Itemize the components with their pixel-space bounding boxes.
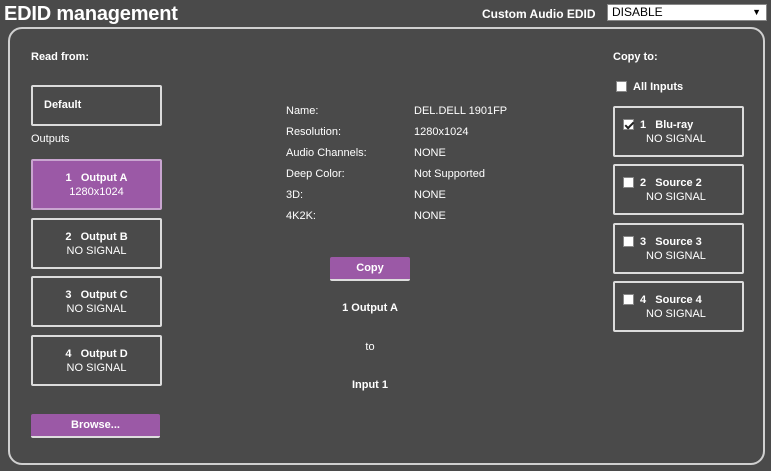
info-value-3d: NONE	[414, 189, 446, 201]
input-2-label: 2 Source 2	[615, 176, 742, 190]
info-key-deep-color: Deep Color:	[286, 168, 345, 180]
input-2-button[interactable]: 2 Source 2 NO SIGNAL	[613, 164, 744, 215]
output-b-signal: NO SIGNAL	[66, 245, 127, 257]
copy-button[interactable]: Copy	[330, 257, 410, 281]
input-4-checkbox[interactable]	[623, 294, 634, 305]
info-key-audio-channels: Audio Channels:	[286, 147, 367, 159]
output-b-label: 2 Output B	[65, 231, 128, 243]
input-4-label: 4 Source 4	[615, 293, 742, 307]
info-value-name: DEL.DELL 1901FP	[414, 105, 508, 117]
browse-button[interactable]: Browse...	[31, 414, 160, 438]
info-key-resolution: Resolution:	[286, 126, 342, 138]
input-4-button[interactable]: 4 Source 4 NO SIGNAL	[613, 281, 744, 332]
input-2-checkbox[interactable]	[623, 177, 634, 188]
output-d-button[interactable]: 4 Output D NO SIGNAL	[31, 335, 162, 386]
output-a-signal: 1280x1024	[69, 186, 124, 198]
output-c-label: 3 Output C	[65, 289, 128, 301]
info-value-deep-color: Not Supported	[414, 168, 485, 180]
info-key-4k2k: 4K2K:	[286, 210, 316, 222]
default-button[interactable]: Default	[31, 85, 162, 126]
output-b-button[interactable]: 2 Output B NO SIGNAL	[31, 218, 162, 269]
output-a-button[interactable]: 1 Output A 1280x1024	[31, 159, 162, 210]
info-key-3d: 3D:	[286, 189, 304, 201]
copy-source-text: 1 Output A	[342, 302, 398, 314]
outputs-label: Outputs	[31, 133, 70, 145]
input-2-signal: NO SIGNAL	[646, 191, 706, 203]
input-3-checkbox[interactable]	[623, 236, 634, 247]
info-value-4k2k: NONE	[414, 210, 446, 222]
copy-to-label: Copy to:	[613, 51, 658, 63]
output-a-label: 1 Output A	[65, 172, 128, 184]
input-1-checkbox[interactable]	[623, 119, 634, 130]
copy-target-text: Input 1	[351, 379, 389, 391]
info-value-resolution: 1280x1024	[414, 126, 469, 138]
main-panel: Read from: Default Outputs 1 Output A 12…	[8, 27, 765, 465]
copy-to-text: to	[365, 341, 375, 353]
output-c-button[interactable]: 3 Output C NO SIGNAL	[31, 276, 162, 327]
input-3-signal: NO SIGNAL	[646, 250, 706, 262]
custom-audio-edid-label: Custom Audio EDID	[482, 7, 596, 21]
input-1-label: 1 Blu-ray	[615, 118, 742, 132]
info-key-name: Name:	[286, 105, 319, 117]
read-from-label: Read from:	[31, 51, 90, 63]
input-4-signal: NO SIGNAL	[646, 308, 706, 320]
output-c-signal: NO SIGNAL	[66, 303, 127, 315]
output-d-signal: NO SIGNAL	[66, 362, 127, 374]
input-3-label: 3 Source 3	[615, 235, 742, 249]
page-title: EDID management	[4, 3, 178, 25]
output-d-label: 4 Output D	[65, 348, 128, 360]
all-inputs-checkbox[interactable]	[616, 81, 627, 92]
all-inputs-option[interactable]: All Inputs	[616, 81, 683, 93]
header-bar: EDID management Custom Audio EDID DISABL…	[0, 0, 771, 26]
input-1-signal: NO SIGNAL	[646, 133, 706, 145]
custom-audio-edid-select[interactable]: DISABLE ▼	[607, 4, 767, 21]
input-3-button[interactable]: 3 Source 3 NO SIGNAL	[613, 223, 744, 274]
input-1-button[interactable]: 1 Blu-ray NO SIGNAL	[613, 106, 744, 157]
info-value-audio-channels: NONE	[414, 147, 446, 159]
custom-audio-edid-value: DISABLE	[612, 5, 663, 19]
chevron-down-icon: ▼	[752, 7, 761, 17]
all-inputs-label: All Inputs	[633, 81, 684, 93]
